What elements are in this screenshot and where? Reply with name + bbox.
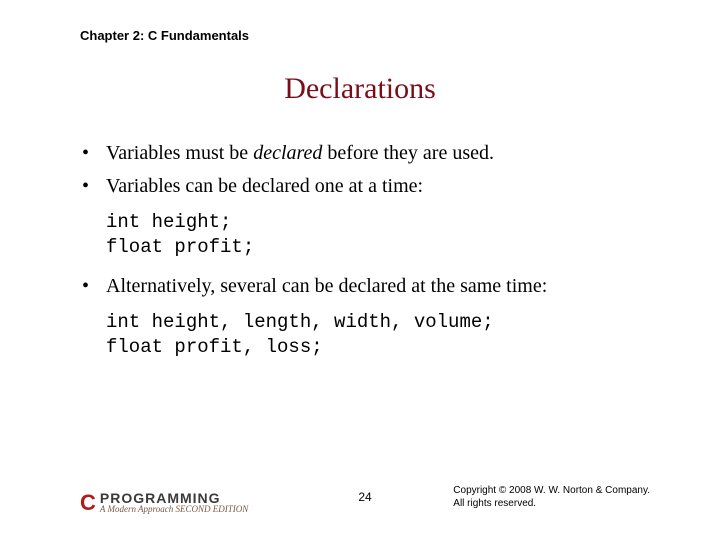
logo-text-block: PROGRAMMING A Modern Approach SECOND EDI…	[100, 491, 248, 514]
bullet-marker: •	[80, 140, 106, 167]
copyright-line: Copyright © 2008 W. W. Norton & Company.	[453, 484, 650, 497]
page-number: 24	[358, 490, 371, 504]
text-fragment: before they are used.	[322, 142, 494, 164]
slide-content: • Variables must be declared before they…	[80, 140, 650, 374]
bullet-text: Variables can be declared one at a time:	[106, 173, 650, 200]
emphasized-word: declared	[253, 142, 322, 164]
slide-title: Declarations	[0, 72, 720, 106]
text-fragment: Variables must be	[106, 142, 253, 164]
copyright-line: All rights reserved.	[453, 497, 650, 510]
book-logo: C PROGRAMMING A Modern Approach SECOND E…	[80, 491, 248, 514]
bullet-text: Variables must be declared before they a…	[106, 140, 650, 167]
bullet-item: • Variables can be declared one at a tim…	[80, 173, 650, 200]
bullet-marker: •	[80, 273, 106, 300]
bullet-item: • Alternatively, several can be declared…	[80, 273, 650, 300]
chapter-header: Chapter 2: C Fundamentals	[80, 28, 249, 43]
code-block: int height; float profit;	[106, 210, 650, 259]
logo-subtitle: A Modern Approach SECOND EDITION	[100, 505, 248, 514]
bullet-marker: •	[80, 173, 106, 200]
bullet-text: Alternatively, several can be declared a…	[106, 273, 650, 300]
copyright-notice: Copyright © 2008 W. W. Norton & Company.…	[453, 484, 650, 510]
logo-main-text: PROGRAMMING	[100, 491, 248, 505]
bullet-item: • Variables must be declared before they…	[80, 140, 650, 167]
logo-c-letter: C	[80, 492, 96, 514]
footer: C PROGRAMMING A Modern Approach SECOND E…	[80, 474, 650, 514]
code-block: int height, length, width, volume; float…	[106, 310, 650, 359]
